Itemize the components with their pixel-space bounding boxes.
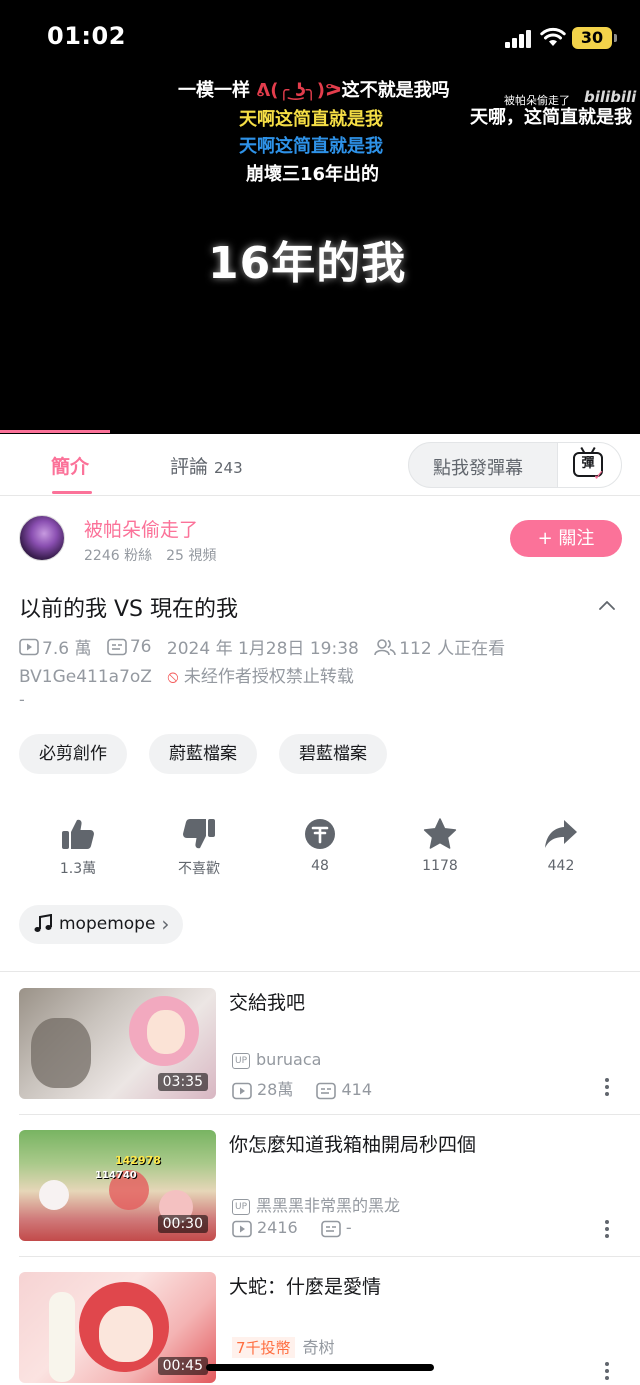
coin-count: 48 <box>311 858 329 874</box>
follow-button[interactable]: + 關注 <box>510 520 622 557</box>
coin-icon <box>305 819 335 849</box>
video-thumbnail[interactable]: 03:35 <box>19 988 216 1099</box>
music-title: mopemope <box>59 914 156 934</box>
danmaku-toggle-button[interactable]: 彈 ✓ <box>557 443 621 487</box>
danmaku-comment: 崩壞三16年出的 <box>246 164 380 185</box>
view-count: 7.6 萬 <box>42 639 92 659</box>
video-title: 以前的我 VS 現在的我 <box>19 597 239 622</box>
related-video-stats: 28萬 414 <box>232 1076 372 1100</box>
status-time: 01:02 <box>47 22 126 50</box>
share-icon <box>545 820 577 848</box>
coin-button[interactable]: 48 <box>280 818 360 874</box>
danmaku-input-placeholder: 點我發彈幕 <box>433 458 523 479</box>
danmaku-count-icon <box>316 1082 337 1099</box>
related-video-title: 你怎麼知道我箱柚開局秒四個 <box>229 1134 477 1156</box>
battery-icon: 30 <box>572 27 617 49</box>
related-video-uploader: UP 黑黑黑非常黑的黑龙 <box>232 1192 400 1216</box>
cellular-signal-icon <box>505 30 533 48</box>
related-video-item[interactable]: 142978 114740 00:30 你怎麼知道我箱柚開局秒四個 UP 黑黑黑非… <box>0 1130 640 1260</box>
video-duration: 00:30 <box>157 1215 208 1233</box>
like-button[interactable]: 1.3萬 <box>38 818 118 878</box>
watching-count: 112 人正在看 <box>399 639 506 659</box>
danmaku-count: 76 <box>129 636 152 657</box>
tab-comments-label: 評論 <box>170 456 209 478</box>
play-count-icon <box>19 638 39 655</box>
video-thumbnail[interactable]: 00:45 <box>19 1272 216 1383</box>
tab-intro[interactable]: 簡介 <box>51 452 89 479</box>
favorite-button[interactable]: 1178 <box>400 818 480 874</box>
bilibili-watermark: bilibili <box>584 88 637 106</box>
danmaku-comment: 一模一样 ᕕ(╭ ͜ʖ╮)ᕗ这不就是我吗 <box>178 80 450 101</box>
publish-date: 2024 年 1月28日 19:38 <box>166 639 359 659</box>
watching-users-icon <box>374 638 397 655</box>
list-divider <box>19 1256 640 1257</box>
video-progress-bar[interactable] <box>0 430 110 433</box>
thumbs-down-icon <box>183 819 215 849</box>
related-video-item[interactable]: 03:35 交給我吧 UP buruaca 28萬 414 <box>0 988 640 1118</box>
video-id-row: BV1Ge411a7oZ ⦸ 未经作者授权禁止转载 <box>19 662 354 687</box>
related-video-title: 交給我吧 <box>229 992 306 1014</box>
chevron-up-icon[interactable] <box>599 598 615 614</box>
danmaku-count-icon <box>107 638 127 655</box>
comments-count: 243 <box>214 459 243 477</box>
tag-chip[interactable]: 必剪創作 <box>19 734 127 774</box>
favorite-count: 1178 <box>422 858 458 874</box>
chevron-right-icon: › <box>161 912 170 936</box>
wifi-icon <box>540 27 566 46</box>
danmaku-count-icon <box>321 1220 341 1237</box>
video-meta: 7.6 萬 76 2024 年 1月28日 19:38 112 人正在看 <box>19 634 505 659</box>
video-uploader-watermark: 被帕朵偷走了 <box>504 94 570 107</box>
video-description: - <box>19 690 25 709</box>
forbidden-icon: ⦸ <box>167 667 179 687</box>
danmaku-comment: 天啊这简直就是我 <box>239 136 383 157</box>
no-repost-notice: ⦸ 未经作者授权禁止转载 <box>167 667 354 687</box>
tag-chip[interactable]: 蔚藍檔案 <box>149 734 257 774</box>
related-video-uploader: UP buruaca <box>232 1050 321 1069</box>
up-badge-icon: UP <box>232 1052 251 1069</box>
share-count: 442 <box>547 858 575 874</box>
section-divider <box>0 971 640 972</box>
tab-comments[interactable]: 評論 243 <box>170 452 243 479</box>
uploader-avatar[interactable] <box>19 515 65 561</box>
dislike-label: 不喜歡 <box>178 861 220 877</box>
video-duration: 03:35 <box>157 1073 208 1091</box>
check-icon: ✓ <box>593 468 605 484</box>
like-count: 1.3萬 <box>59 861 97 877</box>
video-frame-caption: 16年的我 <box>208 238 407 289</box>
dislike-button[interactable]: 不喜歡 <box>159 818 239 878</box>
coin-badge: 7千投幣 <box>232 1337 295 1358</box>
related-video-stats: 2416 - <box>232 1218 352 1238</box>
more-options-icon[interactable] <box>604 1220 610 1240</box>
home-indicator[interactable] <box>206 1364 434 1371</box>
list-divider <box>19 1114 640 1115</box>
uploader-name[interactable]: 被帕朵偷走了 <box>84 515 198 542</box>
video-player[interactable]: 01:02 30 一模一样 ᕕ(╭ ͜ʖ╮)ᕗ这不就是我吗 天啊这简直就是我 天… <box>0 0 640 434</box>
more-options-icon[interactable] <box>604 1078 610 1098</box>
related-video-uploader: 7千投幣 奇树 <box>232 1334 335 1358</box>
video-thumbnail[interactable]: 142978 114740 00:30 <box>19 1130 216 1241</box>
play-count-icon <box>232 1220 252 1237</box>
more-options-icon[interactable] <box>604 1362 610 1382</box>
bvid[interactable]: BV1Ge411a7oZ <box>19 667 152 687</box>
star-icon <box>423 818 457 849</box>
play-count-icon <box>232 1082 252 1099</box>
detail-tabs: 簡介 評論 243 點我發彈幕 彈 ✓ <box>0 434 640 496</box>
music-chip[interactable]: mopemope › <box>19 905 184 944</box>
uploader-stats: 2246 粉絲 25 視頻 <box>84 548 217 564</box>
status-bar: 01:02 30 <box>0 0 640 76</box>
music-note-icon <box>34 914 52 932</box>
tag-chip[interactable]: 碧藍檔案 <box>279 734 387 774</box>
up-badge-icon: UP <box>232 1198 251 1215</box>
video-duration: 00:45 <box>157 1357 208 1375</box>
danmaku-comment: 天啊这简直就是我 <box>239 109 383 130</box>
share-button[interactable]: 442 <box>521 818 601 874</box>
related-video-title: 大蛇：什麼是愛情 <box>229 1276 382 1298</box>
active-tab-indicator <box>52 491 92 494</box>
thumbs-up-icon <box>62 819 94 849</box>
danmaku-input[interactable]: 點我發彈幕 彈 ✓ <box>408 442 622 488</box>
